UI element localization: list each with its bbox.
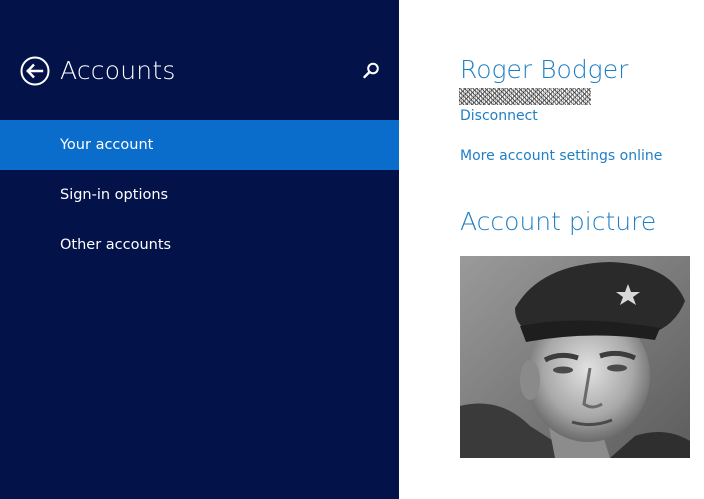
account-name: Roger Bodger bbox=[460, 55, 629, 84]
disconnect-link[interactable]: Disconnect bbox=[460, 108, 538, 124]
nav-header: Accounts bbox=[20, 54, 390, 88]
nav-item-sign-in-options[interactable]: Sign-in options bbox=[0, 170, 399, 220]
nav-item-label: Other accounts bbox=[60, 237, 172, 253]
account-picture bbox=[460, 256, 690, 458]
redacted-email bbox=[459, 88, 591, 105]
pc-settings-window: Accounts Your account Sign-in options Ot… bbox=[0, 0, 704, 499]
back-arrow-circle-icon bbox=[20, 56, 50, 86]
nav-list: Your account Sign-in options Other accou… bbox=[0, 120, 399, 270]
page-title: Accounts bbox=[60, 56, 176, 85]
search-button[interactable] bbox=[360, 60, 382, 82]
nav-item-other-accounts[interactable]: Other accounts bbox=[0, 220, 399, 270]
nav-item-label: Your account bbox=[60, 137, 154, 153]
nav-item-your-account[interactable]: Your account bbox=[0, 120, 399, 170]
nav-item-label: Sign-in options bbox=[60, 187, 169, 203]
more-account-settings-link[interactable]: More account settings online bbox=[460, 148, 662, 164]
content-pane: Roger Bodger Disconnect More account set… bbox=[399, 0, 704, 499]
account-picture-heading: Account picture bbox=[460, 207, 657, 236]
navigation-pane: Accounts Your account Sign-in options Ot… bbox=[0, 0, 399, 499]
account-photo-image bbox=[460, 256, 690, 458]
back-button[interactable] bbox=[20, 56, 50, 86]
search-icon bbox=[363, 62, 379, 79]
